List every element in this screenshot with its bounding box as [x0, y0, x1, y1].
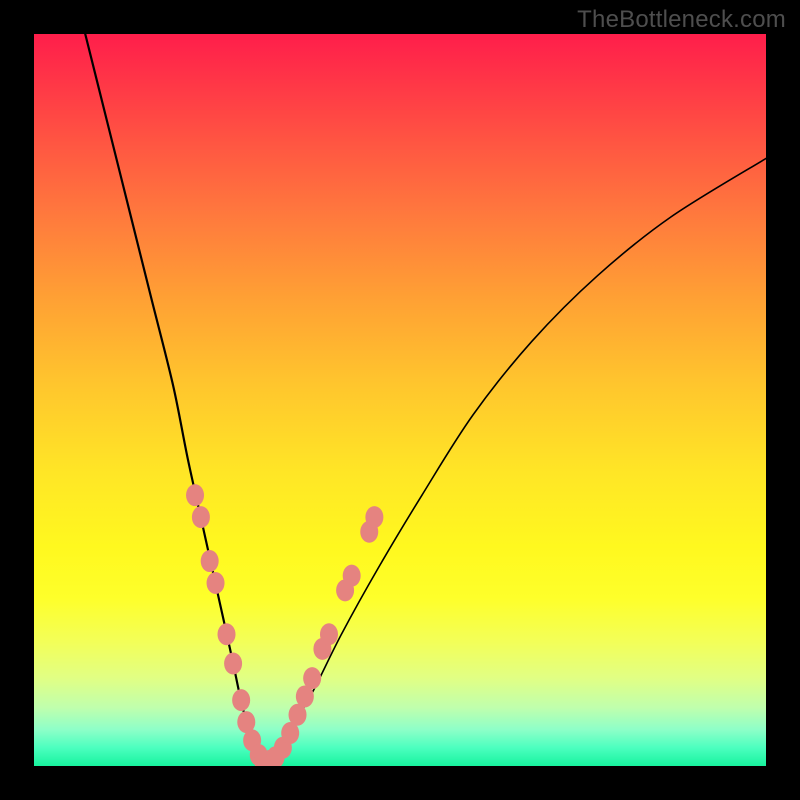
data-marker: [343, 565, 361, 587]
data-marker: [207, 572, 225, 594]
data-marker: [218, 623, 236, 645]
series-left-branch: [85, 34, 263, 762]
data-marker: [232, 689, 250, 711]
data-marker: [201, 550, 219, 572]
watermark-text: TheBottleneck.com: [577, 6, 786, 34]
data-marker: [192, 506, 210, 528]
plot-area: [34, 34, 766, 766]
data-marker: [224, 653, 242, 675]
data-marker: [303, 667, 321, 689]
data-marker: [186, 484, 204, 506]
data-marker: [365, 506, 383, 528]
data-marker: [320, 623, 338, 645]
marker-layer: [186, 484, 383, 766]
curve-layer: [85, 34, 766, 762]
chart-container: TheBottleneck.com: [0, 0, 800, 800]
curve-svg: [34, 34, 766, 766]
series-right-branch: [263, 158, 766, 762]
